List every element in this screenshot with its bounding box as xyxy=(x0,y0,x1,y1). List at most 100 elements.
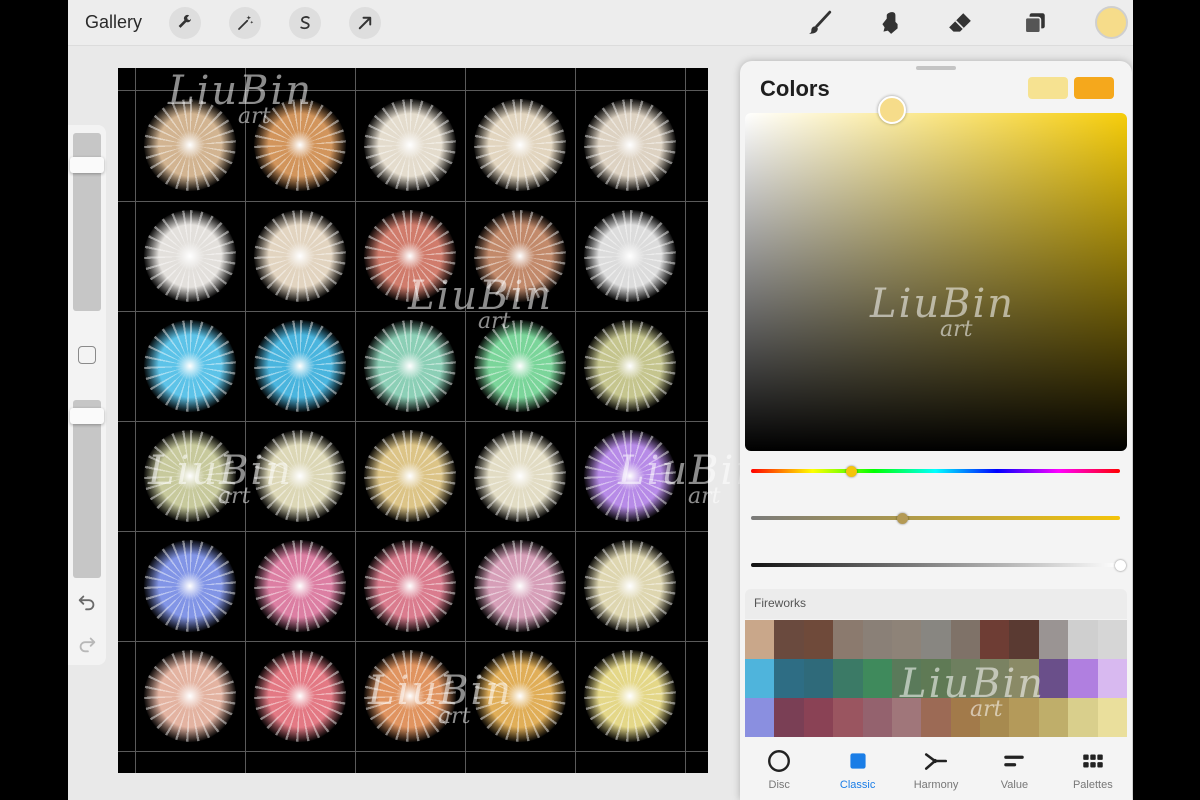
palette-swatch[interactable] xyxy=(833,659,863,698)
palette-swatch[interactable] xyxy=(774,698,804,737)
firework-burst xyxy=(144,650,236,742)
secondary-color-swatch[interactable] xyxy=(1028,77,1068,99)
drawing-canvas[interactable]: LiuBin art LiuBin art LiuBin art LiuBin … xyxy=(118,68,761,773)
smudge-button[interactable] xyxy=(875,8,905,38)
tab-harmony[interactable]: Harmony xyxy=(897,740,975,800)
firework-burst xyxy=(474,320,566,412)
brightness-slider[interactable] xyxy=(751,563,1120,567)
palette-swatch[interactable] xyxy=(1009,698,1039,737)
opacity-thumb[interactable] xyxy=(70,408,104,425)
gallery-button[interactable]: Gallery xyxy=(85,12,142,33)
palette-swatch[interactable] xyxy=(980,698,1010,737)
panel-grabber[interactable] xyxy=(916,66,956,70)
layers-button[interactable] xyxy=(1020,8,1050,38)
harmony-icon xyxy=(924,753,948,770)
tab-palettes[interactable]: Palettes xyxy=(1054,740,1132,800)
firework-burst xyxy=(364,210,456,302)
palette-swatch[interactable] xyxy=(745,659,775,698)
palette-swatch[interactable] xyxy=(921,659,951,698)
primary-color-swatch[interactable] xyxy=(1074,77,1114,99)
actions-button[interactable] xyxy=(169,7,201,39)
firework-burst xyxy=(144,320,236,412)
transform-button[interactable] xyxy=(349,7,381,39)
tab-label: Palettes xyxy=(1072,779,1113,791)
tab-disc[interactable]: Disc xyxy=(740,740,818,800)
adjustments-button[interactable] xyxy=(229,7,261,39)
palette-swatch[interactable] xyxy=(803,698,834,737)
firework-burst xyxy=(474,99,566,191)
tab-label: Value xyxy=(1000,779,1029,791)
palette-swatch[interactable] xyxy=(980,659,1010,698)
palette-swatch[interactable] xyxy=(1068,620,1098,659)
tab-value[interactable]: Value xyxy=(975,740,1053,800)
transform-arrow-icon xyxy=(358,16,372,30)
brush-size-thumb[interactable] xyxy=(70,157,104,174)
palette-swatch[interactable] xyxy=(833,698,863,737)
palette-swatch[interactable] xyxy=(1097,698,1127,737)
firework-burst xyxy=(584,650,676,742)
palette-swatch[interactable] xyxy=(950,659,981,698)
palette-header: Fireworks xyxy=(745,589,1127,619)
palette-swatch[interactable] xyxy=(774,620,804,659)
palette-swatch[interactable] xyxy=(1038,698,1069,737)
palette-swatch[interactable] xyxy=(862,620,892,659)
palette-swatch[interactable] xyxy=(803,620,834,659)
palette-swatch[interactable] xyxy=(1009,659,1039,698)
palette-swatch[interactable] xyxy=(745,620,775,659)
palette-swatch[interactable] xyxy=(891,620,922,659)
firework-burst xyxy=(364,99,456,191)
palette-swatch[interactable] xyxy=(1068,698,1098,737)
firework-burst xyxy=(584,540,676,632)
eraser-button[interactable] xyxy=(945,8,975,38)
firework-burst xyxy=(364,650,456,742)
hue-slider[interactable] xyxy=(751,469,1120,473)
palette-swatch[interactable] xyxy=(891,698,922,737)
tab-classic[interactable]: Classic xyxy=(818,740,896,800)
palette-swatch[interactable] xyxy=(1038,659,1069,698)
palette-swatch[interactable] xyxy=(1068,659,1098,698)
opacity-slider[interactable] xyxy=(73,400,101,578)
modify-button[interactable] xyxy=(78,346,96,364)
palette-swatch[interactable] xyxy=(921,698,951,737)
palette-swatch[interactable] xyxy=(921,620,951,659)
firework-burst xyxy=(364,320,456,412)
palette-swatch[interactable] xyxy=(1097,659,1127,698)
palette-swatch[interactable] xyxy=(862,659,892,698)
value-sliders-icon xyxy=(1004,755,1025,767)
grid-line xyxy=(118,531,708,532)
procreate-app: Gallery LiuBin art LiuBin art LiuBin art… xyxy=(68,0,1133,800)
brush-icon xyxy=(809,10,832,34)
palette-swatch[interactable] xyxy=(950,620,981,659)
undo-icon[interactable] xyxy=(76,591,98,613)
saturation-slider-knob[interactable] xyxy=(897,513,909,524)
palette-swatch[interactable] xyxy=(745,698,775,737)
palette-swatch[interactable] xyxy=(1038,620,1069,659)
saturation-slider[interactable] xyxy=(751,516,1120,520)
disc-icon xyxy=(768,750,791,772)
firework-burst xyxy=(584,320,676,412)
palette-swatch[interactable] xyxy=(862,698,892,737)
color-picker-knob[interactable] xyxy=(878,96,906,124)
grid-line xyxy=(118,201,708,202)
palette-swatch[interactable] xyxy=(774,659,804,698)
firework-burst xyxy=(144,99,236,191)
brush-button[interactable] xyxy=(805,8,835,38)
selection-button[interactable] xyxy=(289,7,321,39)
saturation-brightness-square[interactable] xyxy=(745,113,1127,451)
redo-icon[interactable] xyxy=(76,633,98,655)
colors-title: Colors xyxy=(760,76,830,101)
current-color-button[interactable] xyxy=(1095,6,1128,39)
hue-slider-knob[interactable] xyxy=(845,466,857,477)
palette-swatch[interactable] xyxy=(1097,620,1127,659)
firework-burst xyxy=(144,540,236,632)
palette-swatch[interactable] xyxy=(1009,620,1039,659)
palette-swatch[interactable] xyxy=(980,620,1010,659)
palette-swatch[interactable] xyxy=(950,698,981,737)
smudge-icon xyxy=(882,12,898,34)
palette-swatch[interactable] xyxy=(833,620,863,659)
palette-swatch[interactable] xyxy=(803,659,834,698)
left-sidebar xyxy=(68,125,106,665)
brightness-slider-knob[interactable] xyxy=(1115,560,1126,571)
palette-swatch[interactable] xyxy=(891,659,922,698)
classic-square-icon xyxy=(850,753,866,769)
